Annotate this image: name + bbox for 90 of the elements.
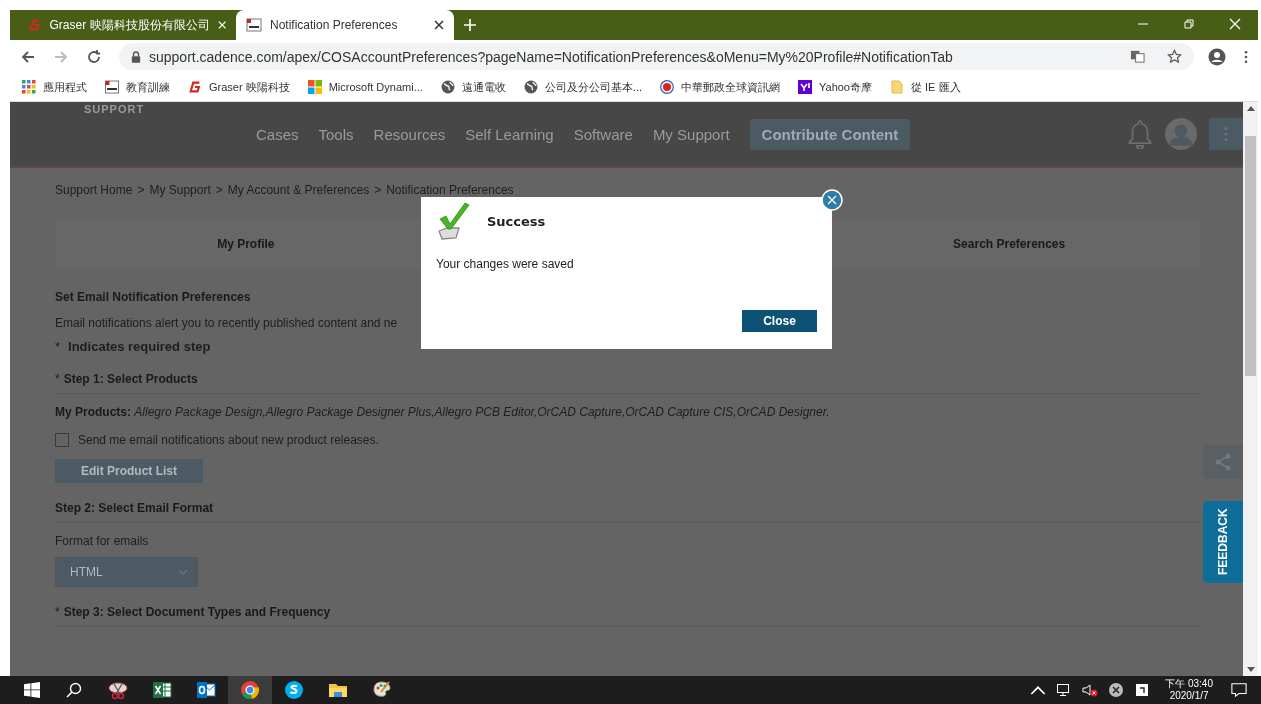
square-app-icon[interactable] bbox=[1134, 682, 1151, 698]
document-icon bbox=[246, 17, 262, 33]
products-text: My Products: Allegro Package Design,Allegro Package Designer Plus,Allegro PCB Editor,OrCAD Capture,OrCAD Capture CIS,OrCAD Designer. bbox=[55, 405, 830, 419]
clock-time: 下午 03:40 bbox=[1165, 678, 1213, 690]
clock-date: 2020/1/7 bbox=[1169, 690, 1209, 702]
search-icon[interactable] bbox=[66, 682, 82, 698]
bookmark[interactable]: 公司及分公司基本... bbox=[523, 79, 642, 95]
section-title: Set Email Notification Preferences bbox=[55, 290, 252, 304]
required-asterisk: * bbox=[55, 372, 60, 386]
browser-tab[interactable]: Notification Preferences bbox=[236, 10, 454, 40]
notification-icon[interactable] bbox=[1231, 682, 1247, 698]
section-description: Email notifications alert you to recently published content and ne bbox=[55, 316, 398, 330]
menu-icon[interactable] bbox=[1244, 49, 1248, 64]
step-title: Step 1: Select Products bbox=[63, 372, 198, 386]
scroll-down-icon[interactable] bbox=[1246, 667, 1255, 672]
nav-link[interactable]: Self Learning bbox=[465, 125, 554, 143]
restore-icon[interactable] bbox=[1183, 18, 1195, 30]
spreadsheet-icon bbox=[152, 680, 172, 700]
scissors-icon bbox=[108, 680, 128, 700]
windows-start-icon[interactable] bbox=[24, 682, 40, 698]
nav-link[interactable]: Resources bbox=[373, 125, 446, 143]
bookmark[interactable]: Microsoft Dynami... bbox=[307, 80, 423, 94]
breadcrumb-link[interactable]: Notification Preferences bbox=[386, 183, 514, 197]
breadcrumb-separator: > bbox=[374, 183, 382, 197]
checkbox-label: Send me email notifications about new product releases. bbox=[78, 433, 379, 447]
scrollbar[interactable] bbox=[1243, 102, 1258, 676]
four-squares-icon bbox=[307, 80, 322, 94]
new-tab-icon[interactable] bbox=[464, 19, 476, 31]
breadcrumb-link[interactable]: My Account & Preferences bbox=[227, 183, 370, 197]
nav-link[interactable]: Cases bbox=[256, 125, 299, 143]
nav-link[interactable]: Tools bbox=[318, 125, 354, 143]
scroll-thumb[interactable] bbox=[1245, 136, 1256, 376]
checkbox[interactable] bbox=[55, 433, 69, 447]
format-select[interactable]: HTML bbox=[55, 557, 198, 587]
translate-icon[interactable] bbox=[1130, 49, 1145, 64]
palette-icon bbox=[372, 680, 392, 700]
breadcrumb-separator: > bbox=[215, 183, 223, 197]
g-logo-icon bbox=[188, 80, 202, 94]
bookmark[interactable]: 教育訓練 bbox=[105, 79, 170, 95]
field-label: Format for emails bbox=[55, 534, 150, 548]
scroll-up-icon[interactable] bbox=[1246, 106, 1255, 111]
browser-tab[interactable]: Graser 映陽科技股份有限公司 bbox=[18, 10, 236, 40]
feedback-tab[interactable]: FEEDBACK bbox=[1203, 501, 1243, 583]
bookmark[interactable]: 中華郵政全球資訊網 bbox=[660, 79, 780, 95]
back-icon[interactable] bbox=[20, 48, 36, 65]
breadcrumb-link[interactable]: My Support bbox=[149, 183, 211, 197]
nav-link[interactable]: My Support bbox=[652, 125, 730, 143]
edit-product-list-button[interactable]: Edit Product List bbox=[55, 459, 203, 483]
profile-icon[interactable] bbox=[1208, 47, 1226, 66]
breadcrumb-separator: > bbox=[137, 183, 145, 197]
breadcrumb-link[interactable]: Support Home bbox=[55, 183, 133, 197]
close-button[interactable]: Close bbox=[742, 310, 817, 332]
required-asterisk: * bbox=[55, 339, 61, 354]
reload-icon[interactable] bbox=[86, 48, 102, 65]
apps-grid-icon bbox=[22, 80, 36, 94]
bookmark[interactable]: 從 IE 匯入 bbox=[890, 79, 961, 95]
share-icon bbox=[1213, 452, 1233, 472]
mail-icon bbox=[196, 680, 216, 700]
star-icon[interactable] bbox=[1167, 49, 1182, 64]
nav-link[interactable]: Software bbox=[573, 125, 633, 143]
bookmark[interactable]: 應用程式 bbox=[22, 79, 87, 95]
globe-icon bbox=[523, 80, 538, 94]
close-icon[interactable] bbox=[434, 20, 444, 30]
dialog-title: Success bbox=[487, 213, 546, 229]
folder-icon bbox=[890, 80, 904, 94]
globe-icon bbox=[440, 80, 455, 94]
circle-x-icon[interactable] bbox=[1108, 682, 1125, 698]
bookmark[interactable]: Graser 映陽科技 bbox=[188, 79, 290, 95]
chat-app-icon bbox=[284, 680, 304, 700]
g-logo-icon bbox=[28, 17, 42, 33]
dialog-message: Your changes were saved bbox=[436, 257, 575, 271]
step-title: Step 2: Select Email Format bbox=[55, 501, 214, 515]
chevron-down-icon bbox=[178, 569, 188, 575]
bookmark[interactable]: 遠通電收 bbox=[440, 79, 506, 95]
contribute-button[interactable]: Contribute Content bbox=[749, 118, 911, 150]
bookmark[interactable]: Yahoo奇摩 bbox=[798, 79, 872, 95]
round-emblem-icon bbox=[660, 80, 674, 94]
lock-icon bbox=[131, 50, 141, 63]
clock[interactable]: 下午 03:40 2020/1/7 bbox=[1165, 678, 1213, 702]
y-logo-icon bbox=[798, 80, 812, 94]
document-icon bbox=[105, 80, 119, 94]
browser-icon bbox=[240, 680, 260, 700]
site-logo-text[interactable]: SUPPORT bbox=[84, 103, 145, 115]
step-title: Step 3: Select Document Types and Frequency bbox=[63, 605, 331, 619]
address-bar[interactable]: support.cadence.com/apex/COSAccountPreferences?pageName=NotificationPreferences&oMenu=My%20Profile#NotificationTab bbox=[119, 43, 1194, 70]
required-asterisk: * bbox=[55, 605, 60, 619]
speaker-muted-icon[interactable] bbox=[1082, 682, 1099, 698]
required-note: Indicates required step bbox=[68, 339, 211, 354]
checkmark-icon bbox=[436, 201, 470, 241]
taskbar-app[interactable] bbox=[228, 676, 272, 704]
